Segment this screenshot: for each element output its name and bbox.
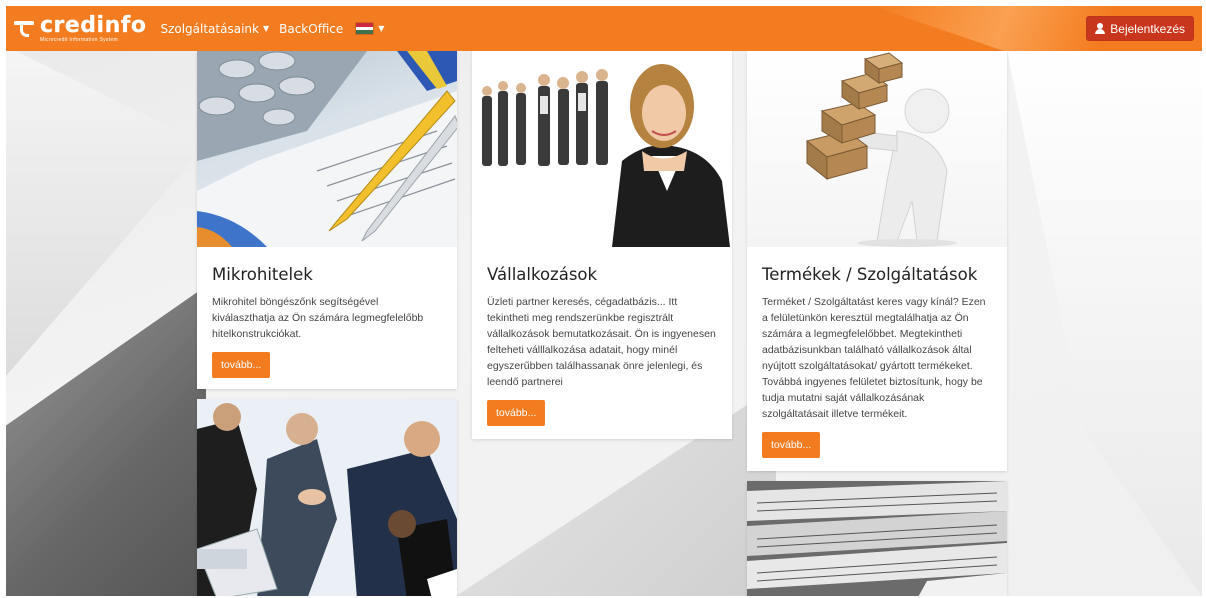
card-image-business-people (472, 51, 732, 247)
login-label: Bejelentkezés (1110, 21, 1185, 36)
nav-backoffice-label: BackOffice (279, 21, 344, 36)
card-title: Termékek / Szolgáltatások (762, 265, 978, 284)
card-text: Mikrohitel böngészőnk segítségével kivál… (212, 296, 424, 340)
card-title: Mikrohitelek (212, 265, 313, 284)
brand-tagline: Microcredit Information System (40, 36, 118, 43)
card-body: Vállalkozások Üzleti partner keresés, cé… (487, 265, 717, 426)
more-button[interactable]: tovább... (487, 400, 546, 426)
nav-services-label: Szolgáltatásaink (160, 21, 259, 36)
card-image-only (747, 481, 1007, 596)
caret-down-icon: ▼ (262, 24, 270, 33)
language-dropdown[interactable]: ▼ (343, 22, 384, 35)
background-shape (1006, 46, 1202, 596)
card-image-handshake-meeting (197, 399, 457, 596)
more-button[interactable]: tovább... (212, 352, 271, 378)
card-image-carrying-boxes (747, 51, 1007, 247)
card-termekek: Termékek / Szolgáltatások Terméket / Szo… (747, 51, 1007, 471)
card-body: Termékek / Szolgáltatások Terméket / Szo… (762, 265, 992, 458)
card-image-only (197, 399, 457, 596)
login-button[interactable]: Bejelentkezés (1086, 16, 1194, 41)
card-image-newspapers (747, 481, 1007, 596)
caret-down-icon: ▼ (378, 24, 385, 33)
navbar: credinfo Microcredit Information System … (6, 6, 1202, 51)
card-text: Terméket / Szolgáltatást keres vagy kíná… (762, 296, 986, 420)
card-vallalkozasok: Vállalkozások Üzleti partner keresés, cé… (472, 51, 732, 439)
user-icon (1095, 23, 1106, 34)
hungarian-flag-icon (355, 22, 375, 35)
page: credinfo Microcredit Information System … (6, 6, 1202, 596)
logo-icon (14, 20, 36, 38)
more-button[interactable]: tovább... (762, 432, 821, 458)
nav-backoffice-link[interactable]: BackOffice (279, 22, 343, 36)
nav-services-dropdown[interactable]: Szolgáltatásaink ▼ (160, 22, 269, 36)
brand-logo[interactable]: credinfo Microcredit Information System (14, 6, 146, 51)
card-mikrohitelek: Mikrohitelek Mikrohitel böngészőnk segít… (197, 51, 457, 389)
card-body: Mikrohitelek Mikrohitel böngészőnk segít… (212, 265, 442, 378)
brand-name: credinfo (40, 12, 147, 38)
card-image-calculator (197, 51, 457, 247)
card-title: Vállalkozások (487, 265, 598, 284)
card-text: Üzleti partner keresés, cégadatbázis... … (487, 296, 716, 388)
